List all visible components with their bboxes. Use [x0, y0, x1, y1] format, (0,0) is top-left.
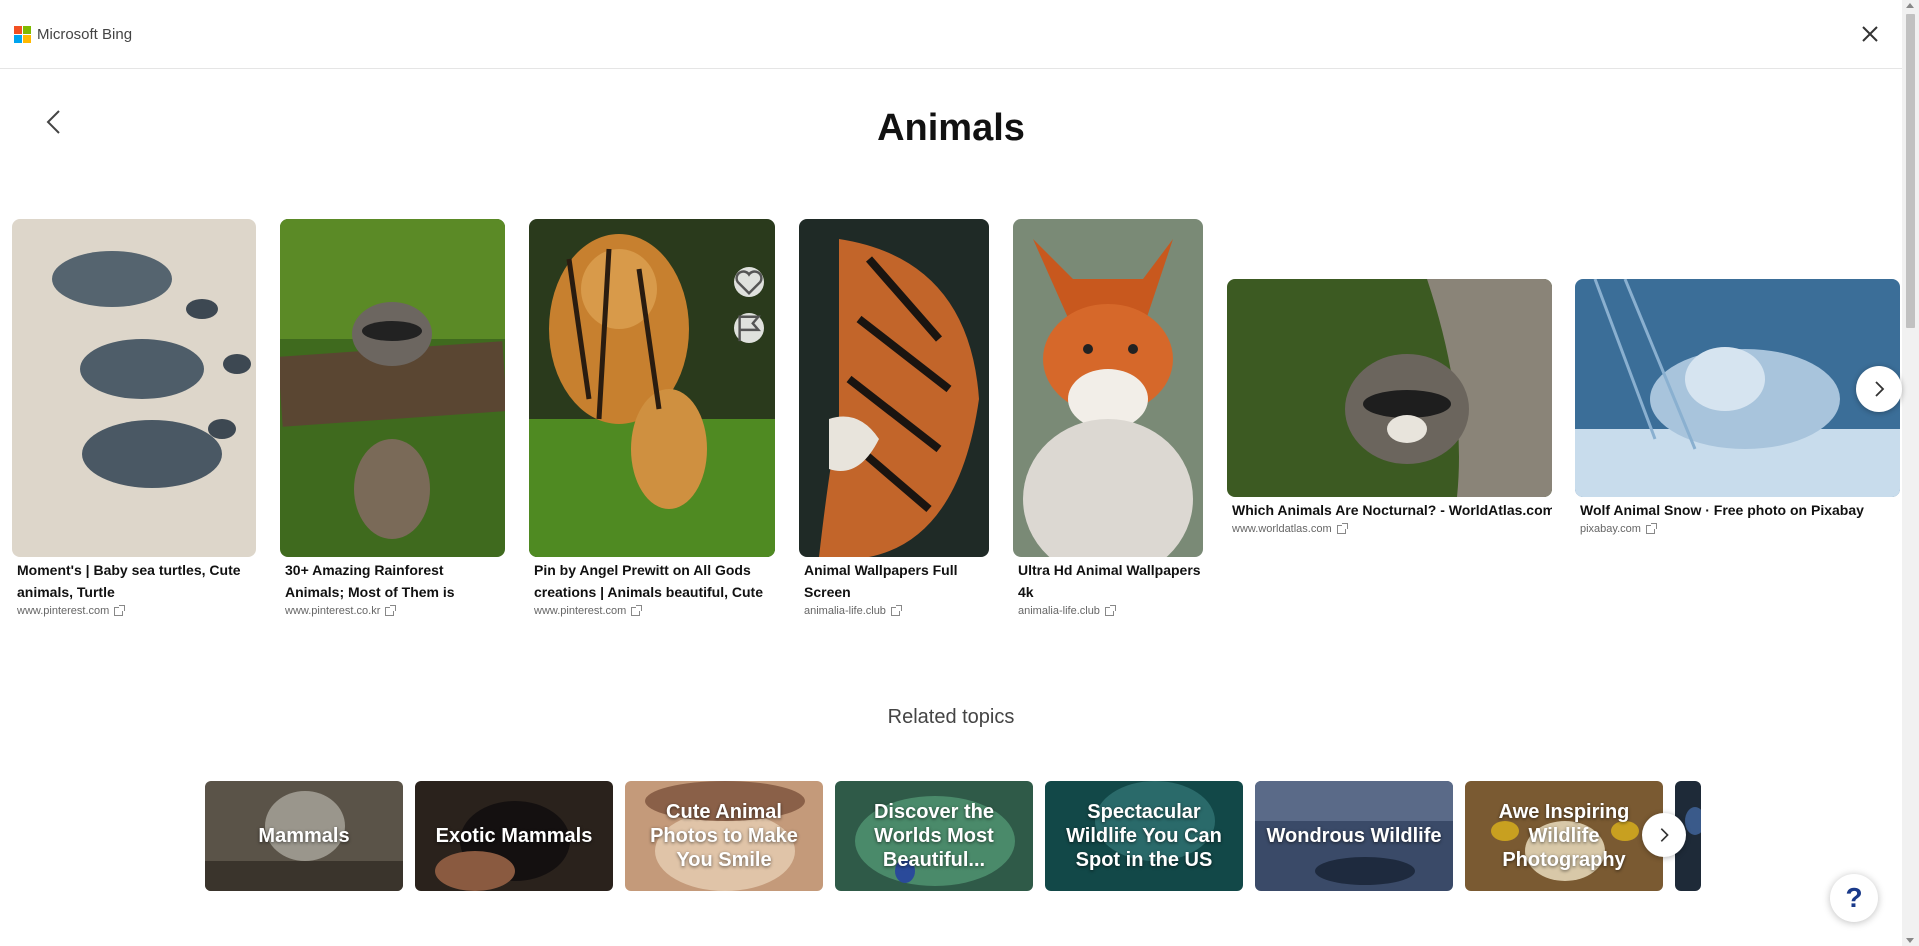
image-source-text: animalia-life.club [804, 605, 886, 617]
topic-label: Mammals [258, 825, 350, 847]
image-source[interactable]: pixabay.com [1580, 522, 1657, 535]
external-link-icon [1104, 604, 1116, 616]
external-link-icon [385, 604, 397, 616]
image-source-text: www.pinterest.com [17, 605, 110, 617]
related-topic-wondrous-wildlife[interactable]: Wondrous Wildlife [1255, 781, 1453, 891]
image-caption[interactable]: Wolf Animal Snow · Free photo on Pixabay [1580, 499, 1900, 521]
images-next-button[interactable] [1856, 366, 1902, 412]
topic-label: Awe Inspiring Wildlife Photography [1498, 801, 1630, 871]
image-source[interactable]: animalia-life.club [1018, 604, 1116, 617]
image-source[interactable]: www.pinterest.co.kr [285, 604, 397, 617]
image-source[interactable]: www.pinterest.com [534, 604, 643, 617]
top-bar: Microsoft Bing [0, 0, 1902, 69]
external-link-icon [1336, 522, 1348, 534]
topic-label: Wondrous Wildlife [1266, 825, 1442, 847]
chevron-right-icon [1660, 828, 1669, 842]
heart-icon [735, 270, 763, 295]
image-wolf[interactable] [1575, 279, 1900, 497]
topic-label: Spectacular Wildlife You Can Spot in the… [1066, 801, 1222, 871]
brand-name: Microsoft Bing [37, 26, 133, 43]
image-caption[interactable]: 30+ Amazing Rainforest Animals; Most of … [285, 559, 503, 603]
external-link-icon [890, 604, 902, 616]
image-tigers[interactable] [529, 219, 775, 557]
flag-icon [738, 315, 762, 342]
related-topics-heading: Related topics [887, 706, 1015, 728]
image-source-text: pixabay.com [1580, 523, 1641, 535]
scroll-down-arrow-icon[interactable] [1906, 938, 1914, 943]
image-raccoon-log[interactable] [280, 219, 505, 557]
related-topic-cute-animal-photos[interactable]: Cute Animal Photos to Make You Smile [625, 781, 823, 891]
help-button[interactable]: ? [1830, 874, 1878, 922]
microsoft-logo-icon [14, 26, 31, 43]
image-source-text: www.worldatlas.com [1232, 523, 1332, 535]
related-topic-exotic-mammals[interactable]: Exotic Mammals [415, 781, 613, 891]
bing-logo[interactable]: Microsoft Bing [14, 26, 132, 43]
external-link-icon [114, 604, 126, 616]
related-topics-next-button[interactable] [1642, 813, 1686, 857]
image-fox[interactable] [1013, 219, 1203, 557]
external-link-icon [631, 604, 643, 616]
related-topic-spectacular-wildlife-us[interactable]: Spectacular Wildlife You Can Spot in the… [1045, 781, 1243, 891]
image-source[interactable]: animalia-life.club [804, 604, 902, 617]
image-raccoon-tree[interactable] [1227, 279, 1552, 497]
related-topic-worlds-most-beautiful[interactable]: Discover the Worlds Most Beautiful... [835, 781, 1033, 891]
image-caption[interactable]: Moment's | Baby sea turtles, Cute animal… [17, 559, 253, 603]
page-title: Animals [877, 107, 1025, 149]
report-image-button[interactable] [734, 313, 764, 343]
image-caption[interactable]: Which Animals Are Nocturnal? - WorldAtla… [1232, 499, 1552, 521]
save-image-button[interactable] [734, 267, 764, 297]
chevron-right-icon [1875, 381, 1885, 397]
scroll-up-arrow-icon[interactable] [1906, 3, 1914, 8]
image-source[interactable]: www.worldatlas.com [1232, 522, 1348, 535]
image-caption[interactable]: Ultra Hd Animal Wallpapers 4k [1018, 559, 1202, 603]
help-icon: ? [1845, 882, 1863, 913]
topic-label: Cute Animal Photos to Make You Smile [650, 801, 798, 871]
scroll-thumb[interactable] [1906, 14, 1915, 328]
related-topic-mammals[interactable]: Mammals [205, 781, 403, 891]
close-button[interactable] [1856, 20, 1884, 48]
external-link-icon [1645, 522, 1657, 534]
topic-label: Exotic Mammals [435, 825, 593, 847]
image-tiger-face[interactable] [799, 219, 989, 557]
topic-label: Discover the Worlds Most Beautiful... [873, 801, 995, 871]
image-turtles[interactable] [12, 219, 256, 557]
image-source-text: www.pinterest.co.kr [285, 605, 381, 617]
image-caption[interactable]: Animal Wallpapers Full Screen [804, 559, 988, 603]
close-icon [1862, 26, 1878, 42]
image-source[interactable]: www.pinterest.com [17, 604, 126, 617]
related-topic-awe-inspiring-wildlife[interactable]: Awe Inspiring Wildlife Photography [1465, 781, 1663, 891]
image-source-text: www.pinterest.com [534, 605, 627, 617]
image-caption[interactable]: Pin by Angel Prewitt on All Gods creatio… [534, 559, 774, 603]
image-source-text: animalia-life.club [1018, 605, 1100, 617]
page-scrollbar[interactable] [1902, 0, 1919, 946]
